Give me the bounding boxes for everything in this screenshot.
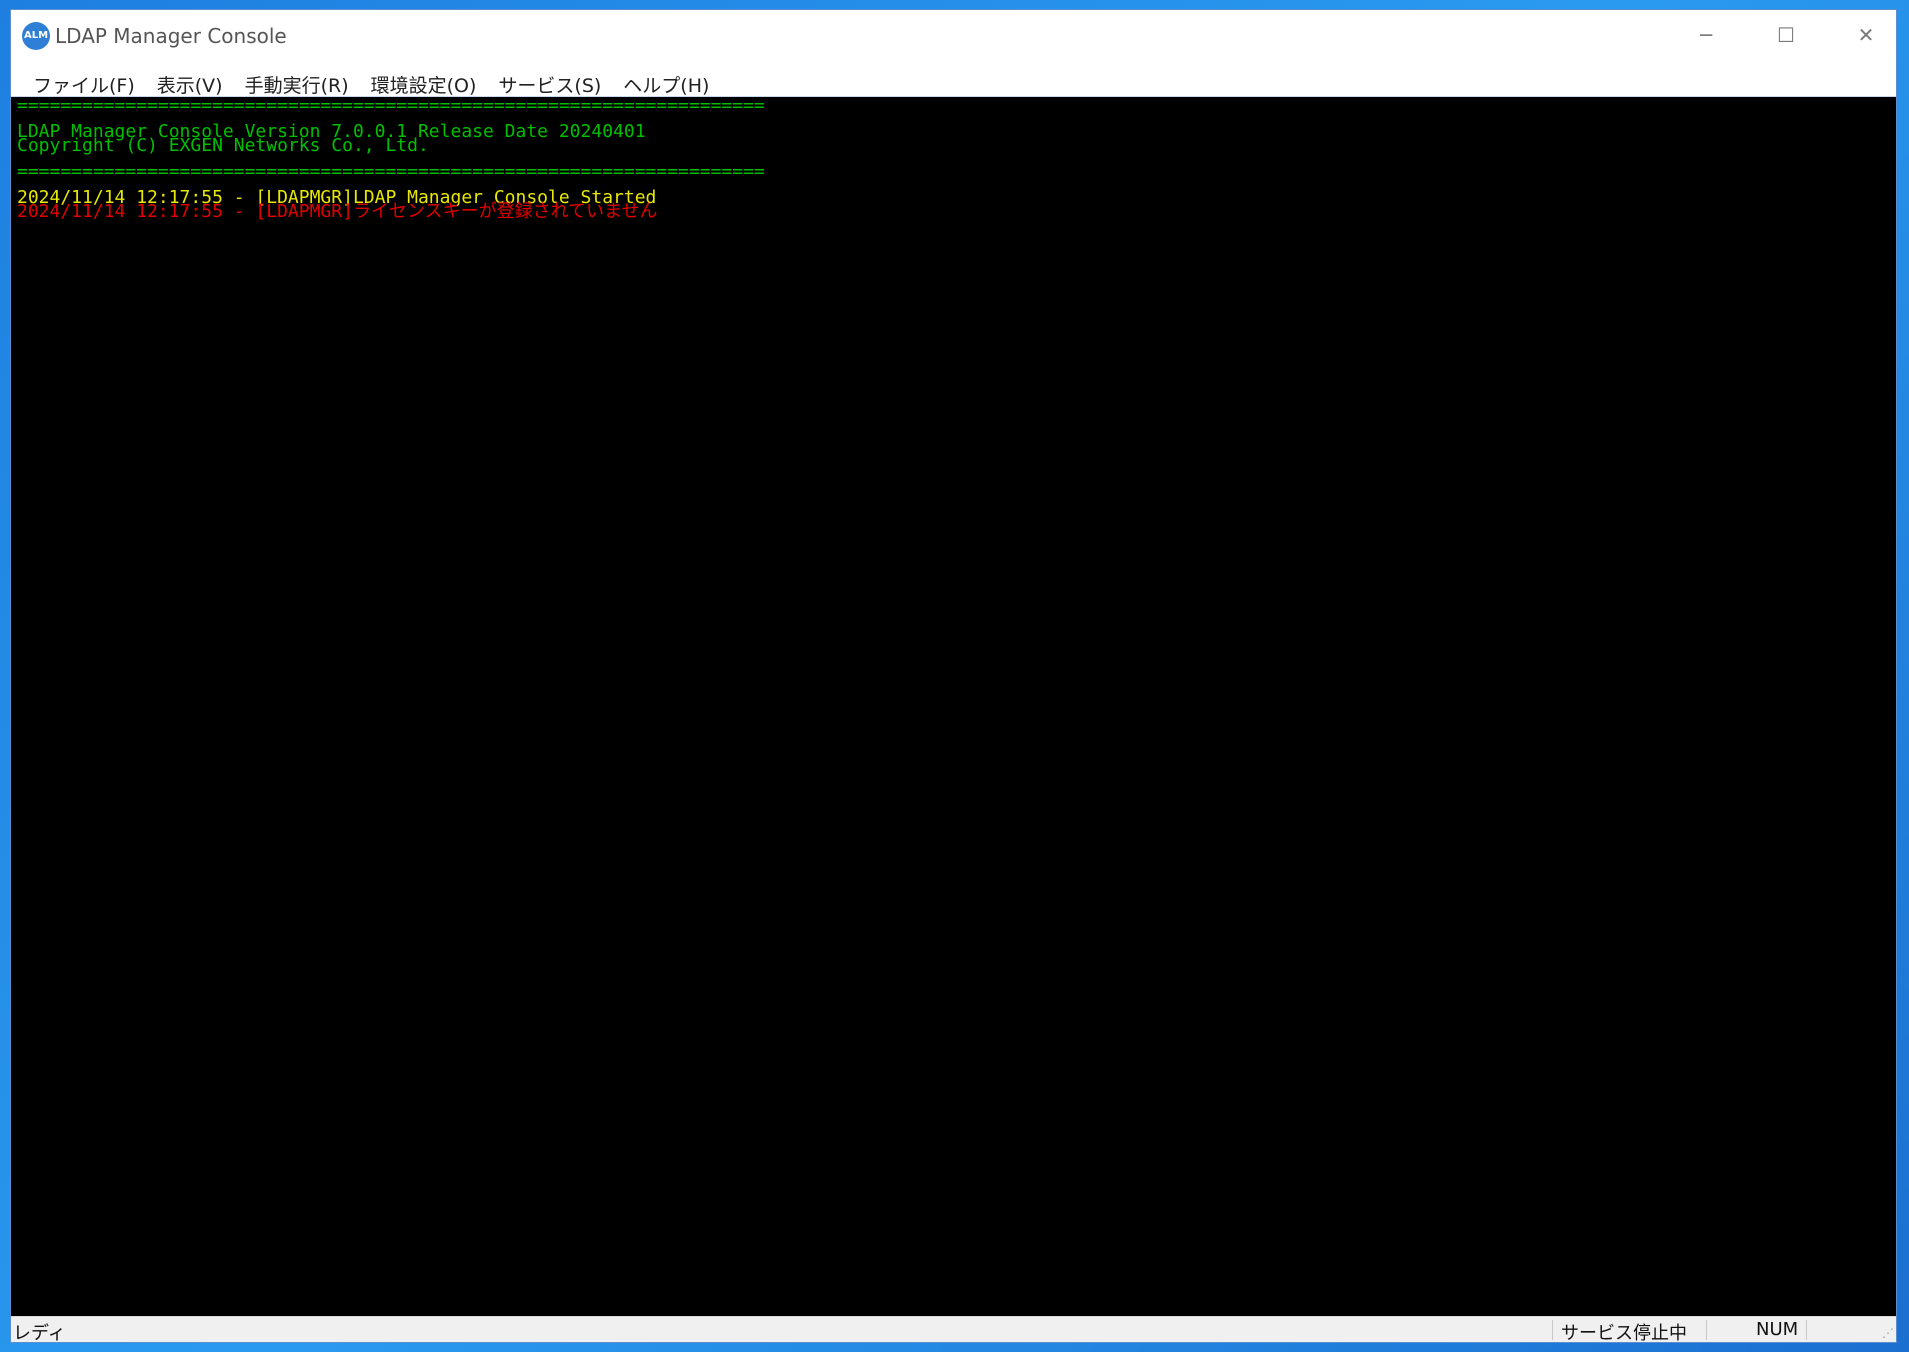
title-bar[interactable]: ALM LDAP Manager Console ─ ☐ ✕	[11, 10, 1896, 66]
status-divider	[1706, 1320, 1707, 1340]
status-ready: レディ	[13, 1323, 66, 1343]
menu-view[interactable]: 表示(V)	[147, 71, 235, 98]
window-title: LDAP Manager Console	[55, 24, 287, 48]
menu-help[interactable]: ヘルプ(H)	[613, 71, 721, 98]
console-line: 2024/11/14 12:17:55 - [LDAPMGR]ライセンスキーが登…	[17, 201, 658, 222]
resize-grip-icon[interactable]: ⋰	[1882, 1326, 1894, 1340]
app-logo-icon: ALM	[22, 22, 50, 50]
console-output[interactable]: ========================================…	[11, 96, 1896, 1318]
status-divider	[1806, 1320, 1807, 1340]
status-bar: レディ サービス停止中 NUM ⋰	[11, 1316, 1896, 1342]
console-line: Copyright (C) EXGEN Networks Co., Ltd.	[17, 135, 429, 156]
app-window: ALM LDAP Manager Console ─ ☐ ✕ ファイル(F) 表…	[10, 9, 1897, 1343]
menu-manual-run[interactable]: 手動実行(R)	[235, 71, 361, 98]
minimize-button[interactable]: ─	[1666, 10, 1746, 60]
maximize-button[interactable]: ☐	[1746, 10, 1826, 60]
num-lock-indicator: NUM	[1756, 1319, 1799, 1340]
menu-service[interactable]: サービス(S)	[488, 71, 613, 98]
console-line: ========================================…	[17, 96, 765, 116]
menu-file[interactable]: ファイル(F)	[23, 71, 147, 98]
close-button[interactable]: ✕	[1826, 10, 1896, 60]
console-line: ========================================…	[17, 161, 765, 182]
menu-settings[interactable]: 環境設定(O)	[361, 71, 489, 98]
service-status: サービス停止中	[1561, 1323, 1687, 1343]
status-divider	[1552, 1320, 1553, 1340]
